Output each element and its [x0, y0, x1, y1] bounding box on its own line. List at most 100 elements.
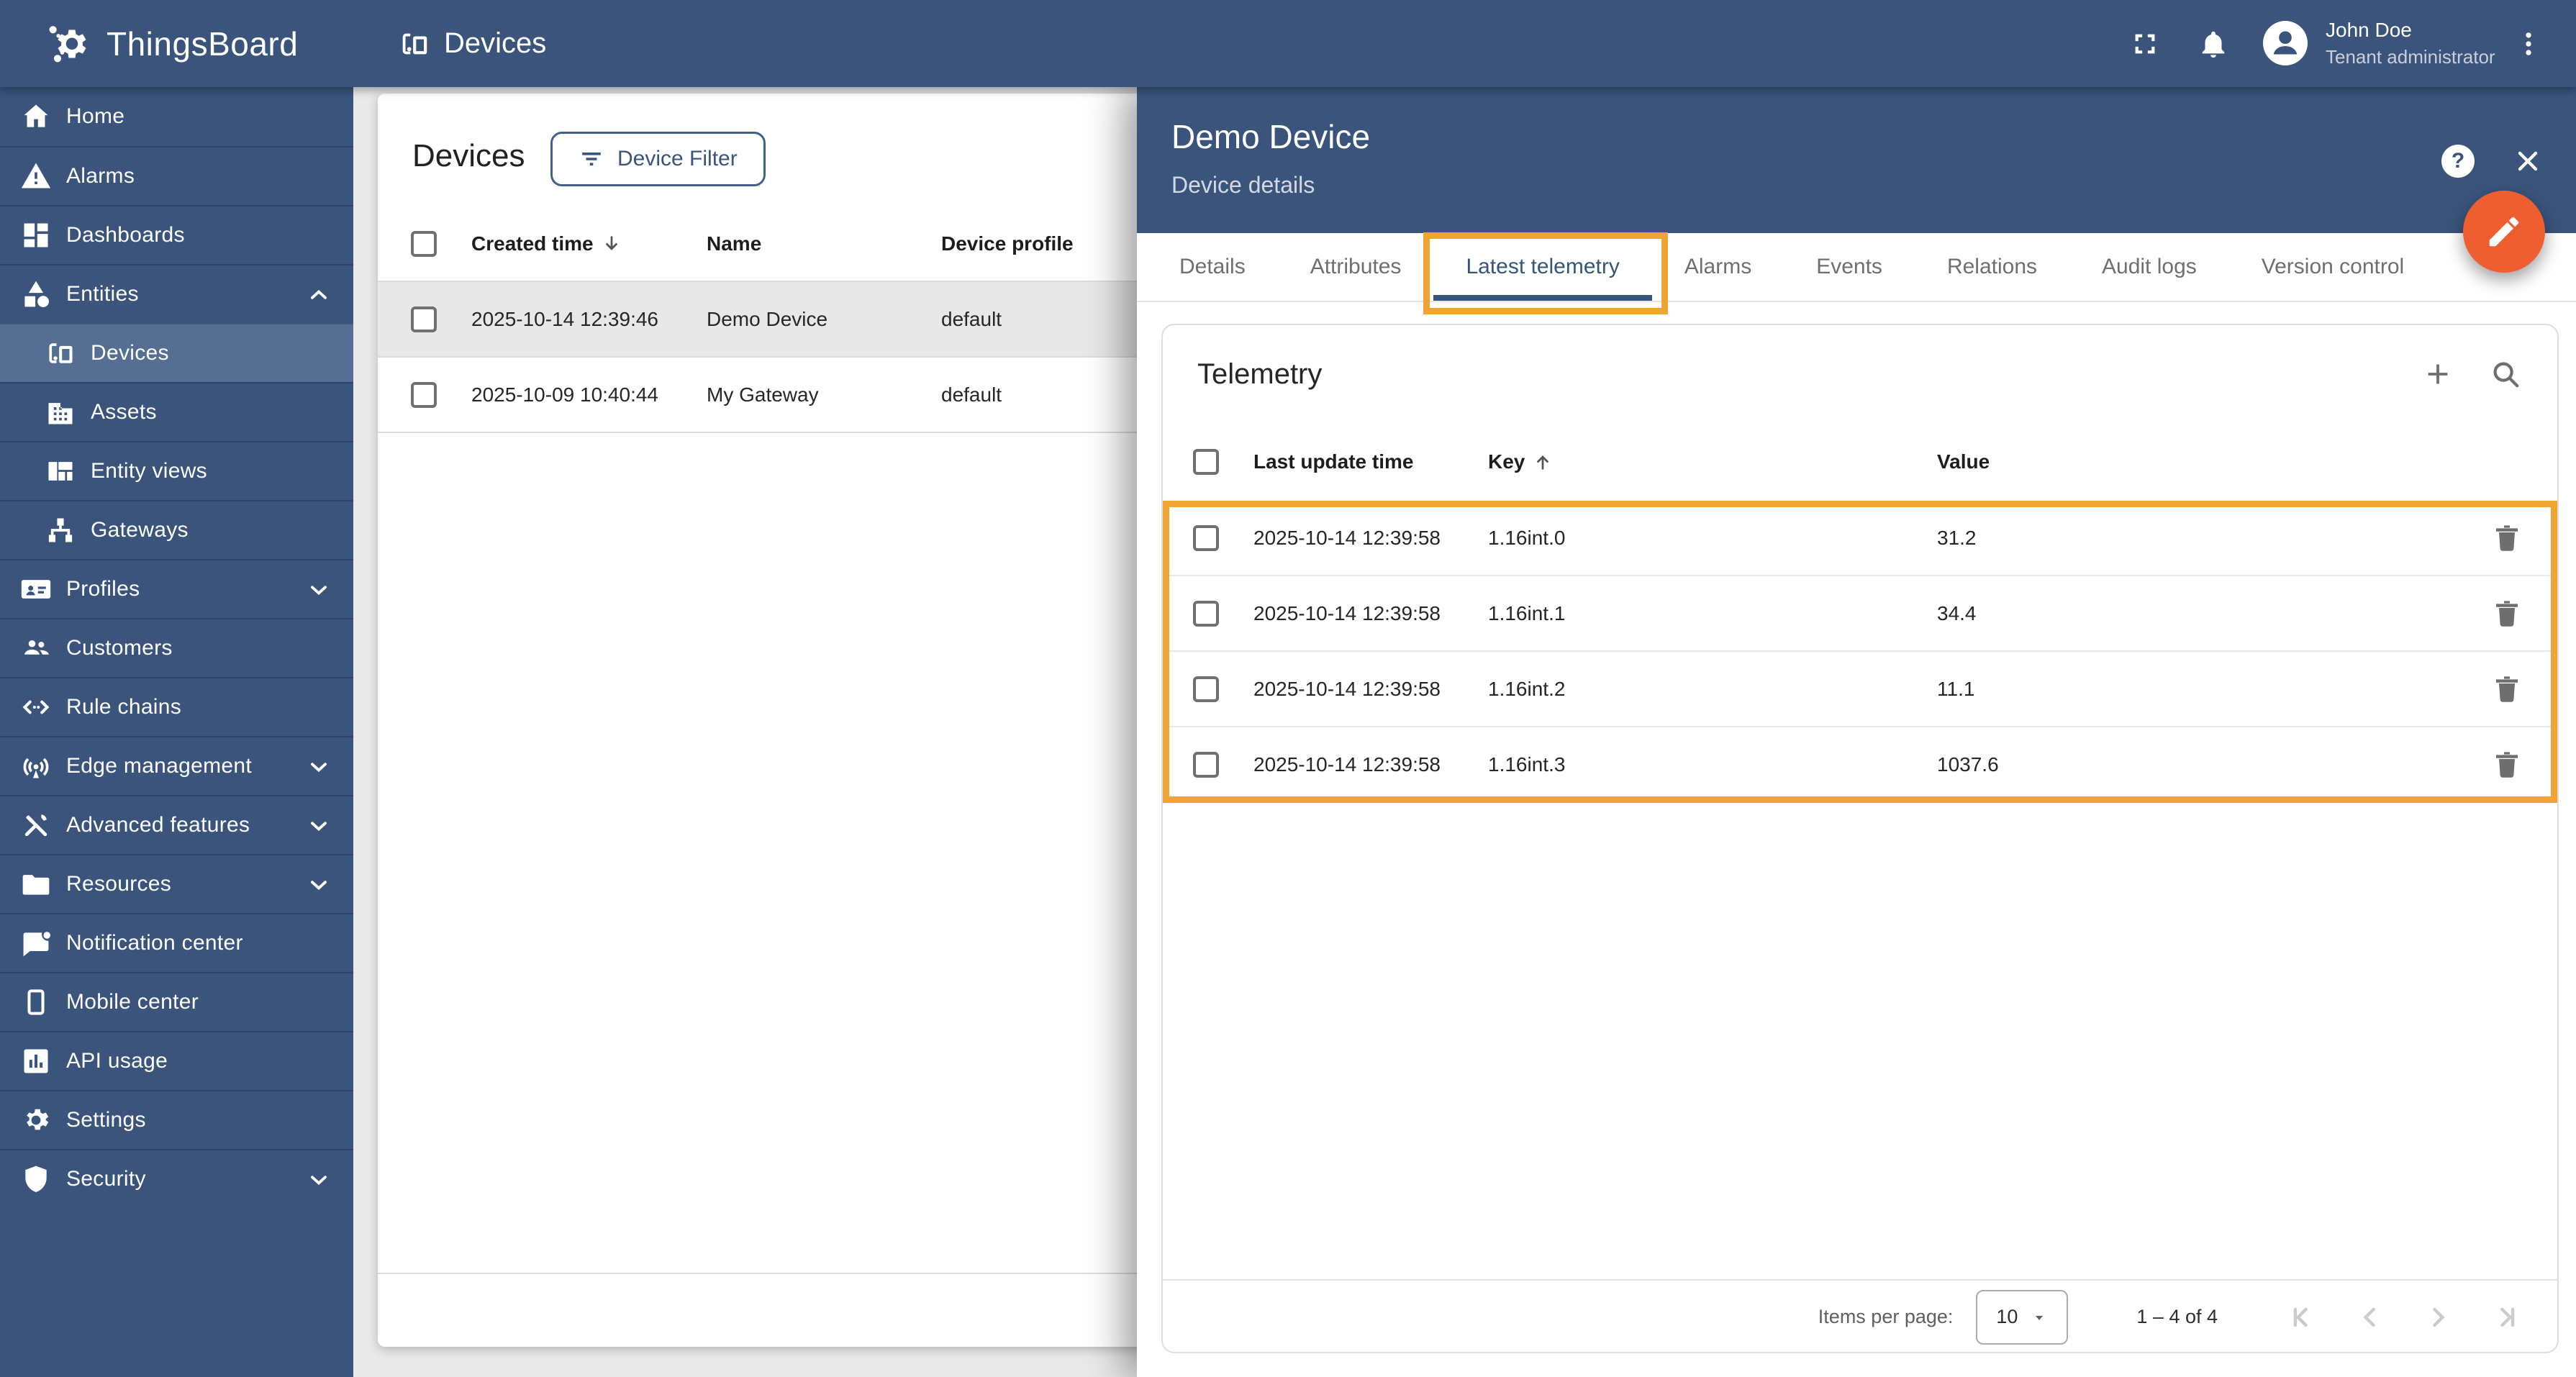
edge-management-icon	[23, 758, 49, 778]
sidebar-item-profiles[interactable]: Profiles	[0, 559, 353, 618]
sidebar-item-api-usage[interactable]: API usage	[0, 1031, 353, 1090]
sidebar-item-gateways[interactable]: Gateways	[0, 500, 353, 559]
first-page-button[interactable]	[2287, 1301, 2318, 1333]
sidebar-item-devices[interactable]: Devices	[0, 323, 353, 382]
column-key[interactable]: Key	[1488, 450, 1554, 473]
sidebar-item-settings[interactable]: Settings	[0, 1090, 353, 1149]
row-checkbox[interactable]	[411, 306, 437, 332]
tab-relations[interactable]: Relations	[1915, 233, 2069, 301]
device-filter-button[interactable]: Device Filter	[550, 132, 766, 186]
pagination-range: 1 – 4 of 4	[2136, 1306, 2218, 1327]
sidebar-item-entities[interactable]: Entities	[0, 264, 353, 323]
row-checkbox[interactable]	[1193, 600, 1219, 627]
tab-version-control[interactable]: Version control	[2229, 233, 2436, 301]
sidebar-item-entity-views[interactable]: Entity views	[0, 441, 353, 500]
column-device-profile[interactable]: Device profile	[941, 232, 1074, 255]
tab-latest-telemetry[interactable]: Latest telemetry	[1433, 233, 1652, 301]
more-menu-button[interactable]	[2513, 0, 2544, 87]
device-details-drawer: Demo Device Device details ? Details Att…	[1137, 87, 2576, 1377]
drawer-header: Demo Device Device details ?	[1137, 87, 2576, 233]
telemetry-row[interactable]: 2025-10-14 12:39:58 1.16int.1 34.4	[1163, 576, 2557, 652]
help-button[interactable]: ?	[2441, 145, 2475, 178]
sidebar-item-advanced-features[interactable]: Advanced features	[0, 795, 353, 854]
edit-fab[interactable]	[2463, 191, 2545, 273]
sidebar-item-home[interactable]: Home	[0, 87, 353, 146]
devices-breadcrumb-icon	[398, 27, 431, 60]
telemetry-row[interactable]: 2025-10-14 12:39:58 1.16int.3 1037.6	[1163, 727, 2557, 803]
row-checkbox[interactable]	[1193, 751, 1219, 778]
user-role: Tenant administrator	[2326, 46, 2495, 68]
search-icon	[2493, 362, 2519, 388]
search-telemetry-button[interactable]	[2489, 358, 2522, 391]
sidebar-item-security[interactable]: Security	[0, 1149, 353, 1208]
row-checkbox[interactable]	[411, 381, 437, 408]
cell-key: 1.16int.2	[1488, 677, 1566, 700]
sidebar-item-dashboards[interactable]: Dashboards	[0, 205, 353, 264]
previous-page-button[interactable]	[2354, 1301, 2386, 1333]
chevron-down-icon	[311, 586, 327, 596]
device-row-demo-device[interactable]: 2025-10-14 12:39:46 Demo Device default	[378, 282, 1227, 358]
thingsboard-logo[interactable]: ThingsBoard	[46, 0, 298, 87]
trash-icon	[2496, 676, 2518, 702]
column-last-update-time[interactable]: Last update time	[1253, 450, 1413, 473]
tab-attributes[interactable]: Attributes	[1278, 233, 1434, 301]
sidebar-item-label: Edge management	[66, 754, 253, 778]
sidebar-item-label: Home	[66, 104, 125, 128]
tab-audit-logs[interactable]: Audit logs	[2069, 233, 2229, 301]
chevron-down-icon	[311, 881, 327, 891]
cell-key: 1.16int.0	[1488, 526, 1566, 549]
sidebar-item-alarms[interactable]: Alarms	[0, 146, 353, 205]
sort-asc-icon	[1537, 455, 1549, 470]
chevron-down-icon	[311, 763, 327, 773]
delete-button[interactable]	[2490, 596, 2524, 631]
sidebar-item-assets[interactable]: Assets	[0, 382, 353, 441]
fullscreen-button[interactable]	[2128, 0, 2162, 87]
row-checkbox[interactable]	[1193, 524, 1219, 551]
device-row-my-gateway[interactable]: 2025-10-09 10:40:44 My Gateway default	[378, 358, 1227, 433]
delete-button[interactable]	[2490, 521, 2524, 555]
column-name[interactable]: Name	[707, 232, 761, 255]
tab-details[interactable]: Details	[1147, 233, 1278, 301]
telemetry-row[interactable]: 2025-10-14 12:39:58 1.16int.0 31.2	[1163, 501, 2557, 576]
notification-center-icon	[23, 932, 50, 957]
avatar[interactable]	[2263, 21, 2308, 65]
items-per-page-value: 10	[1996, 1306, 2018, 1327]
user-info[interactable]: John Doe Tenant administrator	[2326, 0, 2495, 87]
select-all-checkbox[interactable]	[1193, 449, 1219, 475]
drawer-subtitle: Device details	[1171, 172, 1315, 198]
sidebar-item-resources[interactable]: Resources	[0, 854, 353, 913]
sidebar-item-customers[interactable]: Customers	[0, 618, 353, 677]
entity-views-icon	[48, 462, 73, 481]
close-button[interactable]	[2511, 145, 2544, 178]
tab-events[interactable]: Events	[1784, 233, 1915, 301]
sidebar-item-mobile-center[interactable]: Mobile center	[0, 972, 353, 1031]
next-page-button[interactable]	[2422, 1301, 2454, 1333]
cell-name: My Gateway	[707, 383, 819, 406]
sidebar-item-edge-management[interactable]: Edge management	[0, 736, 353, 795]
sidebar-item-label: Devices	[91, 341, 169, 365]
cell-key: 1.16int.1	[1488, 601, 1566, 624]
rule-chains-icon	[22, 700, 50, 714]
sidebar-item-rule-chains[interactable]: Rule chains	[0, 677, 353, 736]
trash-icon	[2496, 751, 2518, 778]
select-all-checkbox[interactable]	[411, 231, 437, 257]
column-value[interactable]: Value	[1937, 450, 1990, 473]
notifications-button[interactable]	[2197, 0, 2230, 87]
cell-value: 1037.6	[1937, 753, 1999, 776]
delete-button[interactable]	[2490, 747, 2524, 782]
items-per-page-select[interactable]: 10	[1976, 1289, 2069, 1345]
devices-panel: Devices Device Filter Created time Name …	[378, 94, 1227, 1347]
sidebar-item-notification-center[interactable]: Notification center	[0, 913, 353, 972]
breadcrumb: Devices	[398, 0, 546, 87]
sidebar-item-label: Rule chains	[66, 695, 182, 719]
drawer-title: Demo Device	[1171, 118, 1371, 155]
add-telemetry-button[interactable]	[2421, 358, 2454, 391]
column-created-time[interactable]: Created time	[471, 232, 622, 255]
tab-alarms[interactable]: Alarms	[1652, 233, 1784, 301]
delete-button[interactable]	[2490, 672, 2524, 706]
telemetry-row[interactable]: 2025-10-14 12:39:58 1.16int.2 11.1	[1163, 652, 2557, 727]
cell-last-update-time: 2025-10-14 12:39:58	[1253, 753, 1441, 776]
row-checkbox[interactable]	[1193, 676, 1219, 702]
pencil-icon	[2489, 217, 2519, 247]
last-page-button[interactable]	[2490, 1301, 2521, 1333]
